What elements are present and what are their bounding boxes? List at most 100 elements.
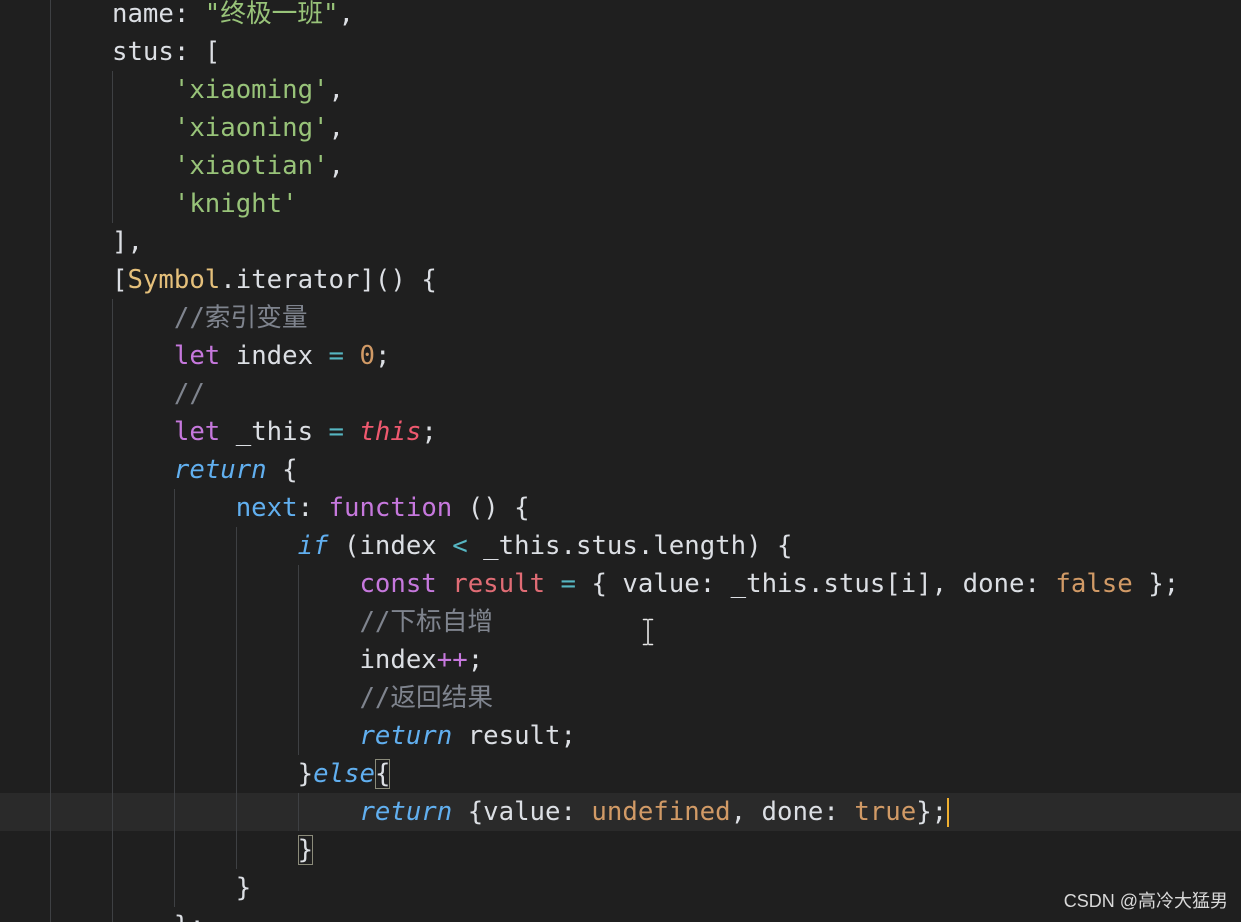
indent-guide (50, 603, 52, 641)
code-area[interactable]: name: "终极一班", stus: [ 'xiaoming', 'xiaoni… (0, 0, 1241, 922)
code-line[interactable]: return result; (0, 717, 1241, 755)
code-line[interactable]: 'xiaoning', (0, 109, 1241, 147)
indent-guide (50, 489, 52, 527)
code-token: return (112, 721, 453, 751)
code-token: : (297, 493, 329, 523)
current-code-line[interactable]: return {value: undefined, done: true}; (0, 793, 1241, 831)
code-token: } (112, 873, 252, 903)
code-line[interactable]: 'knight' (0, 185, 1241, 223)
code-token: false (1055, 569, 1133, 599)
indent-guide (50, 641, 52, 679)
code-token: if (112, 531, 329, 561)
indent-guide (50, 261, 52, 299)
code-token: } (112, 759, 314, 789)
code-token: //返回结果 (112, 683, 494, 713)
code-token: 0 (359, 341, 375, 371)
code-line[interactable]: index++; (0, 641, 1241, 679)
code-token: stus: [ (112, 37, 221, 67)
indent-guide (50, 185, 52, 223)
indent-guide (50, 223, 52, 261)
indent-guide (50, 375, 52, 413)
code-token: function (328, 493, 453, 523)
code-token: _this (220, 417, 329, 447)
code-token: < (452, 531, 468, 561)
code-token: true (854, 797, 917, 827)
code-token: , done: (730, 797, 855, 827)
code-line[interactable]: let index = 0; (0, 337, 1241, 375)
code-line[interactable]: next: function () { (0, 489, 1241, 527)
watermark: CSDN @高冷大猛男 (1063, 891, 1228, 911)
code-line[interactable]: stus: [ (0, 33, 1241, 71)
code-token: 'xiaotian' (112, 151, 329, 181)
code-token: () { (452, 493, 530, 523)
code-token: return (112, 797, 453, 827)
code-line[interactable]: //索引变量 (0, 299, 1241, 337)
code-token: this (359, 417, 422, 447)
code-editor[interactable]: name: "终极一班", stus: [ 'xiaoming', 'xiaoni… (0, 0, 1241, 922)
code-token: let (112, 417, 221, 447)
code-line[interactable]: }; (0, 907, 1241, 922)
code-line[interactable]: [Symbol.iterator]() { (0, 261, 1241, 299)
code-line[interactable]: return { (0, 451, 1241, 489)
code-line[interactable]: //返回结果 (0, 679, 1241, 717)
code-token: ], (112, 227, 143, 257)
code-line[interactable]: // (0, 375, 1241, 413)
code-token: }; (112, 911, 205, 922)
code-line[interactable]: 'xiaoming', (0, 71, 1241, 109)
code-token: _this.stus.length) { (467, 531, 793, 561)
code-token: return (112, 455, 267, 485)
code-line[interactable]: }else{ (0, 755, 1241, 793)
code-token: , (328, 113, 344, 143)
code-token: = (560, 569, 576, 599)
code-token: 'knight' (112, 189, 298, 219)
code-token: index (112, 645, 437, 675)
code-token: index (220, 341, 329, 371)
indent-guide (50, 831, 52, 869)
code-token: ++ (436, 645, 468, 675)
code-token: 'xiaoming' (112, 75, 329, 105)
indent-guide (50, 299, 52, 337)
code-token: (index (328, 531, 453, 561)
code-token: else (313, 759, 375, 789)
code-token: 'xiaoning' (112, 113, 329, 143)
code-token: "终极一班" (204, 0, 339, 29)
code-token: // (112, 379, 205, 409)
code-token: Symbol (127, 265, 221, 295)
code-token: [ (112, 265, 128, 295)
code-line[interactable]: ], (0, 223, 1241, 261)
code-token: .iterator]() { (220, 265, 437, 295)
code-token: next (112, 493, 298, 523)
code-token: result; (452, 721, 576, 751)
code-line[interactable]: 'xiaotian', (0, 147, 1241, 185)
indent-guide (50, 337, 52, 375)
code-token: { value: _this.stus[i], done: (575, 569, 1056, 599)
indent-guide (50, 147, 52, 185)
code-token: {value: (452, 797, 592, 827)
code-token: = (328, 341, 344, 371)
matched-bracket: { (374, 759, 391, 789)
code-line[interactable]: } (0, 869, 1241, 907)
code-line[interactable]: //下标自增 (0, 603, 1241, 641)
code-token: }; (916, 797, 948, 827)
indent-guide (50, 755, 52, 793)
indent-guide (50, 565, 52, 603)
indent-guide (50, 413, 52, 451)
indent-guide (50, 793, 52, 831)
code-token: name: (112, 0, 205, 29)
indent-guide (50, 717, 52, 755)
code-line[interactable]: if (index < _this.stus.length) { (0, 527, 1241, 565)
code-line[interactable]: } (0, 831, 1241, 869)
code-line[interactable]: const result = { value: _this.stus[i], d… (0, 565, 1241, 603)
indent-guide (50, 907, 52, 922)
code-token: ; (374, 341, 391, 371)
matched-bracket: } (297, 835, 314, 865)
code-token: = (328, 417, 344, 447)
code-token: , (328, 75, 344, 105)
code-token: result (452, 569, 546, 599)
code-line[interactable]: name: "终极一班", (0, 0, 1241, 33)
code-line[interactable]: let _this = this; (0, 413, 1241, 451)
